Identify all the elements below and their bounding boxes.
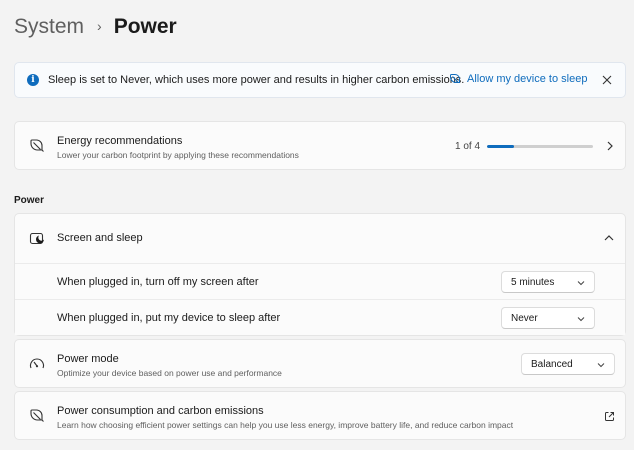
power-mode-title: Power mode [57,353,119,365]
screen-sleep-icon [28,230,46,248]
power-mode-dropdown[interactable]: Balanced [521,353,615,375]
power-mode-value: Balanced [531,358,573,370]
leaf-icon [28,407,46,425]
energy-recommendations-description: Lower your carbon footprint by applying … [57,150,299,160]
speedometer-icon [28,355,46,373]
screen-off-dropdown[interactable]: 5 minutes [501,271,595,293]
recommendations-progress-bar [487,145,593,148]
open-external-icon[interactable] [602,409,616,423]
energy-recommendations-card[interactable]: Energy recommendations Lower your carbon… [14,121,626,170]
page-title: Power [113,15,177,38]
sleep-setting-row: When plugged in, put my device to sleep … [15,299,625,335]
screen-and-sleep-title: Screen and sleep [57,232,143,244]
info-message: Sleep is set to Never, which uses more p… [48,74,465,86]
section-label-power: Power [14,195,45,206]
chevron-down-icon [597,360,605,371]
energy-recommendations-title: Energy recommendations [57,135,183,147]
info-icon: i [27,74,39,86]
allow-sleep-link-label: Allow my device to sleep [467,73,588,85]
screen-and-sleep-group: Screen and sleep When plugged in, turn o… [14,213,626,336]
power-consumption-description: Learn how choosing efficient power setti… [57,420,514,430]
allow-sleep-link[interactable]: Allow my device to sleep [449,73,587,85]
recommendations-progress-fill [487,145,514,148]
breadcrumb-system[interactable]: System [14,15,84,39]
sleep-dropdown[interactable]: Never [501,307,595,329]
sleep-info-bar: i Sleep is set to Never, which uses more… [14,62,626,98]
power-mode-card: Power mode Optimize your device based on… [14,339,626,388]
breadcrumb-separator: › [97,18,102,34]
breadcrumb: System › Power [14,12,177,42]
leaf-icon [28,137,46,155]
chevron-up-icon[interactable] [602,231,616,245]
sleep-value: Never [511,312,538,324]
screen-off-setting-row: When plugged in, turn off my screen afte… [15,263,625,299]
recommendations-progress-label: 1 of 4 [455,141,481,152]
chevron-down-icon [577,278,585,289]
chevron-down-icon [577,314,585,325]
sleep-label: When plugged in, put my device to sleep … [57,312,281,324]
screen-and-sleep-header[interactable]: Screen and sleep [15,214,625,263]
chevron-right-icon[interactable] [603,139,617,153]
power-mode-description: Optimize your device based on power use … [57,368,282,378]
power-consumption-title: Power consumption and carbon emissions [57,405,264,417]
close-icon[interactable] [598,71,616,89]
leaf-icon [450,74,460,83]
screen-off-value: 5 minutes [511,276,555,288]
power-consumption-card[interactable]: Power consumption and carbon emissions L… [14,391,626,440]
screen-off-label: When plugged in, turn off my screen afte… [57,276,259,288]
